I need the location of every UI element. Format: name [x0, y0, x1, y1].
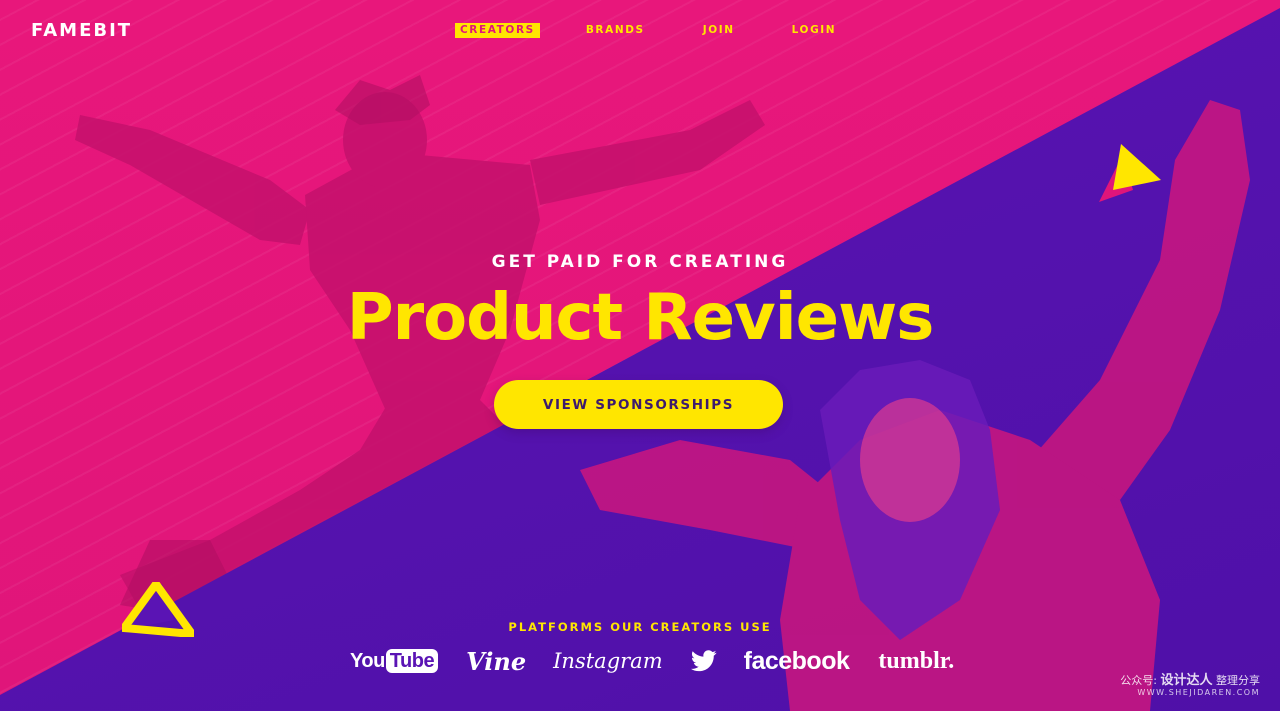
- nav-creators[interactable]: CREATORS: [455, 23, 540, 38]
- hero-kicker: GET PAID FOR CREATING: [491, 252, 789, 272]
- nav-brands[interactable]: BRANDS: [581, 23, 650, 38]
- nav-join[interactable]: JOIN: [698, 23, 740, 38]
- hero-stage: [0, 0, 1280, 711]
- facebook-logo[interactable]: facebook: [744, 647, 850, 676]
- watermark-brand: 设计达人: [1160, 673, 1213, 688]
- watermark-prefix: 公众号:: [1120, 674, 1157, 687]
- famebit-logo[interactable]: FAMEBIT: [31, 20, 132, 41]
- hero-headline: Product Reviews: [346, 281, 935, 355]
- main-nav: CREATORS BRANDS JOIN LOGIN: [455, 23, 841, 38]
- platform-logos: You Tube Vine Instagram facebook tumblr.: [350, 643, 954, 679]
- youtube-logo-tube: Tube: [385, 649, 439, 673]
- tumblr-logo[interactable]: tumblr.: [878, 648, 954, 675]
- nav-login[interactable]: LOGIN: [787, 23, 842, 38]
- twitter-bird-icon[interactable]: [690, 650, 717, 672]
- watermark-suffix: 整理分享: [1216, 674, 1260, 687]
- platforms-title: PLATFORMS OUR CREATORS USE: [508, 620, 772, 634]
- vine-logo[interactable]: Vine: [466, 647, 526, 676]
- watermark: 公众号: 设计达人 整理分享 WWW.SHEJIDAREN.COM: [1120, 669, 1260, 697]
- instagram-logo[interactable]: Instagram: [553, 649, 662, 673]
- triangle-decoration-top-right: [1099, 144, 1161, 202]
- watermark-line-1: 公众号: 设计达人 整理分享: [1120, 669, 1260, 688]
- youtube-logo-you: You: [350, 649, 385, 672]
- youtube-logo[interactable]: You Tube: [350, 649, 439, 673]
- view-sponsorships-button[interactable]: VIEW SPONSORSHIPS: [494, 380, 783, 429]
- watermark-url: WWW.SHEJIDAREN.COM: [1137, 688, 1260, 697]
